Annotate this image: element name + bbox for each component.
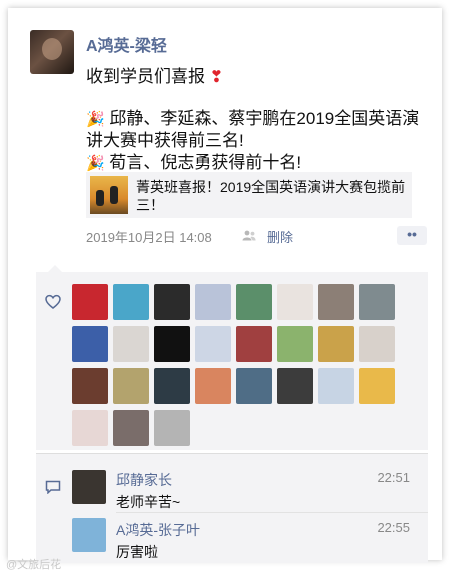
liker-avatar[interactable] [195,368,231,404]
liker-avatar[interactable] [195,326,231,362]
liker-avatar[interactable] [318,368,354,404]
likes-panel [36,265,428,450]
shared-article-thumbnail [90,176,128,214]
moment-card: A鸿英-梁轻 收到学员们喜报 ❣ 🎉 邱静、李延森、蔡宇鹏在2019全国英语演 … [8,8,442,563]
post-text-line1: 收到学员们喜报 ❣ [86,62,223,87]
liker-avatar[interactable] [318,326,354,362]
shared-article-title: 菁英班喜报！2019全国英语演讲大赛包揽前三！ [136,179,406,213]
post-line1-text: 收到学员们喜报 [86,67,205,86]
comment-avatar[interactable] [72,470,106,504]
liker-avatar[interactable] [277,284,313,320]
liker-avatar[interactable] [236,326,272,362]
comment-divider [116,512,428,513]
comment-time: 22:55 [377,520,410,535]
liker-avatar[interactable] [236,284,272,320]
author-name[interactable]: A鸿英-梁轻 [86,32,167,56]
post-text-line4: 🎉 荀言、倪志勇获得前十名! [86,148,301,173]
post-line4-text: 荀言、倪志勇获得前十名! [109,153,302,172]
liker-avatar[interactable] [154,284,190,320]
liker-avatar[interactable] [113,410,149,446]
heart-exclamation-icon: ❣ [209,69,224,86]
more-actions-button[interactable]: •• [397,226,427,245]
liker-avatar[interactable] [72,284,108,320]
heart-outline-icon [45,294,61,309]
liker-avatar[interactable] [154,326,190,362]
liker-avatar[interactable] [236,368,272,404]
liker-avatar[interactable] [113,368,149,404]
post-timestamp: 2019年10月2日 14:08 [86,230,212,245]
comment-time: 22:51 [377,470,410,485]
group-icon [242,230,256,241]
liker-avatar[interactable] [72,368,108,404]
author-avatar[interactable] [30,30,74,74]
liker-avatar[interactable] [359,326,395,362]
comments-panel: 邱静家长 22:51 老师辛苦~ A鸿英-张子叶 22:55 厉害啦 [36,453,428,563]
comment-author[interactable]: 邱静家长 [116,470,172,490]
liker-avatar[interactable] [195,284,231,320]
comment-text: 厉害啦 [116,544,158,560]
liker-avatar[interactable] [359,368,395,404]
party-popper-icon-2: 🎉 [86,155,105,172]
liker-avatar[interactable] [154,368,190,404]
liker-avatar[interactable] [359,284,395,320]
liker-avatar[interactable] [277,368,313,404]
liker-avatar[interactable] [113,284,149,320]
comment-text: 老师辛苦~ [116,494,181,510]
liker-avatar[interactable] [318,284,354,320]
delete-button[interactable]: 删除 [267,227,293,246]
liker-avatar[interactable] [277,326,313,362]
watermark: @文旅后花 [6,559,62,571]
comment-author[interactable]: A鸿英-张子叶 [116,520,200,540]
liker-avatar[interactable] [113,326,149,362]
shared-article-card[interactable]: 菁英班喜报！2019全国英语演讲大赛包揽前三！ [86,172,412,218]
liker-avatar[interactable] [72,326,108,362]
liker-avatar[interactable] [154,410,190,446]
comment-avatar[interactable] [72,518,106,552]
comment-icon [45,480,61,494]
liker-avatar[interactable] [72,410,108,446]
liker-avatar-grid [72,284,422,446]
